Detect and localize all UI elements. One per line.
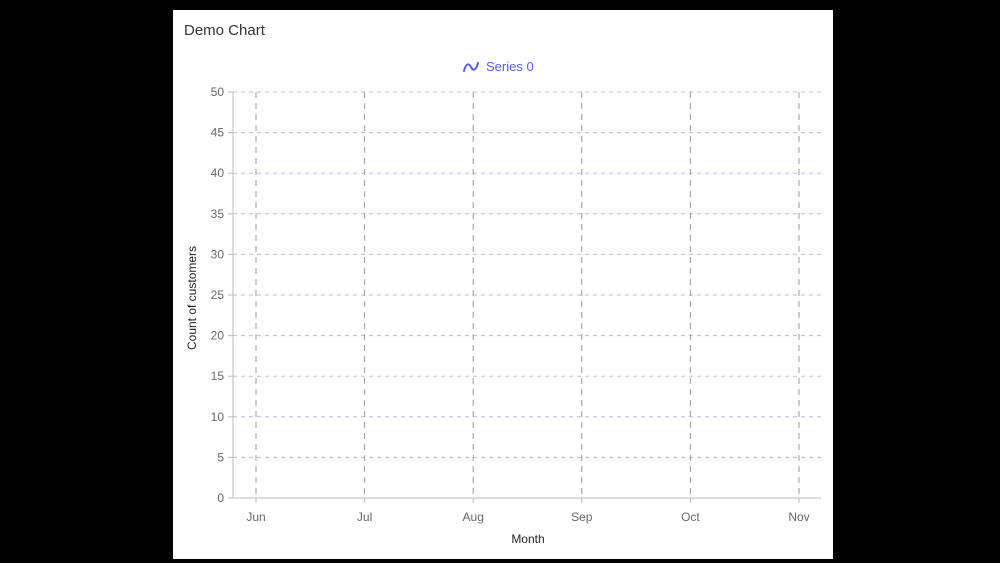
x-tick-label: Sep: [571, 510, 593, 524]
x-tick-label: Oct: [681, 510, 700, 524]
x-axis-title: Month: [511, 532, 544, 546]
x-tick-label: Nov: [788, 510, 809, 524]
x-tick-label: Jun: [246, 510, 265, 524]
y-tick-label: 10: [211, 410, 225, 424]
y-tick-label: 40: [211, 166, 225, 180]
y-tick-label: 20: [211, 329, 225, 343]
grid-layer: [233, 91, 821, 498]
y-tick-label: 15: [211, 369, 225, 383]
x-tick-label: Jul: [357, 510, 372, 524]
y-tick-label: 45: [211, 126, 225, 140]
axis-layer: [228, 91, 821, 503]
chart-plot: 0 5 10 15 20 25 30 35 40 45 50 Jun Jul Aug Sep Oct Nov M…: [185, 85, 821, 546]
y-tick-label: 35: [211, 207, 225, 221]
y-tick-label: 0: [217, 491, 224, 505]
tick-layer: 0 5 10 15 20 25 30 35 40 45 50 Jun Jul Aug Sep Oct Nov: [211, 85, 810, 524]
y-tick-label: 30: [211, 247, 225, 261]
y-tick-label: 50: [211, 85, 225, 99]
y-axis-title: Count of customers: [185, 246, 199, 350]
x-tick-label: Aug: [463, 510, 484, 524]
chart-card: Demo Chart Series 0 0 5 10 15 20 25 30 35 40 45 50…: [173, 10, 833, 559]
y-tick-label: 5: [217, 450, 224, 464]
y-tick-label: 25: [211, 288, 225, 302]
